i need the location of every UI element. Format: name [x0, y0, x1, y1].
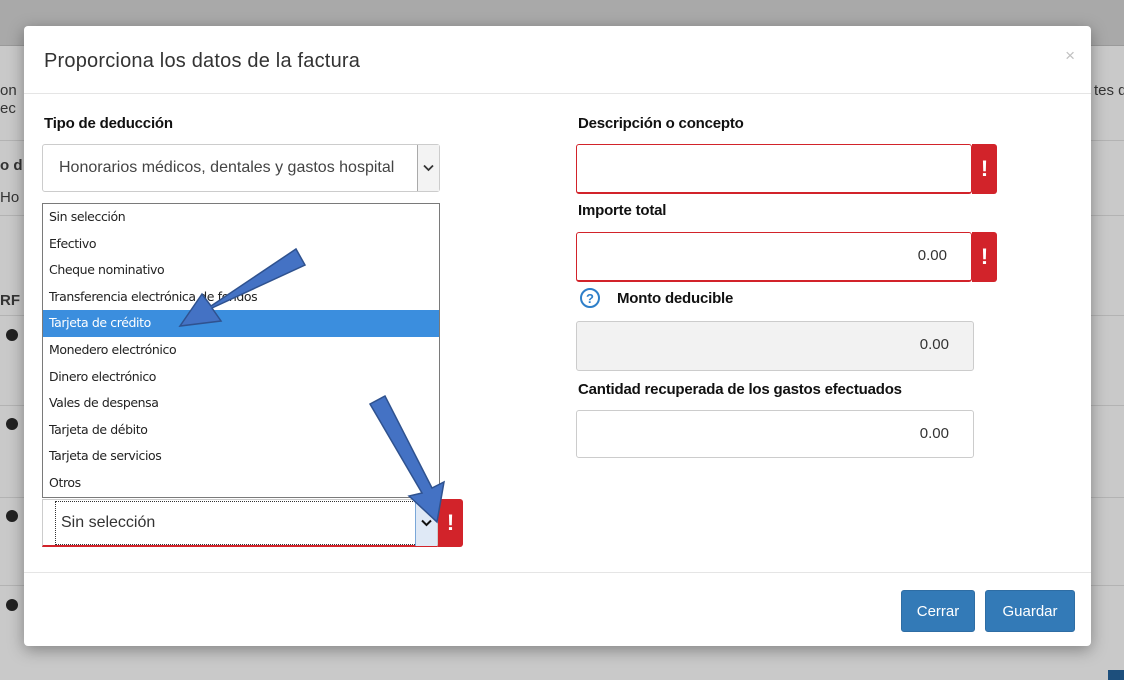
modal-footer-divider: [24, 572, 1091, 573]
monto-deducible-value: 0.00: [919, 336, 949, 353]
close-icon[interactable]: ×: [1065, 46, 1075, 66]
background-text-fragment: o d: [0, 157, 23, 174]
background-expand-icon: [6, 510, 18, 522]
cantidad-recuperada-input[interactable]: 0.00: [576, 410, 974, 458]
background-text-fragment: Ho: [0, 189, 20, 206]
cantidad-recuperada-label: Cantidad recuperada de los gastos efectu…: [578, 381, 902, 398]
question-circle-icon[interactable]: ?: [580, 288, 600, 308]
tipo-deduccion-select[interactable]: Honorarios médicos, dentales y gastos ho…: [42, 144, 440, 192]
chevron-down-icon[interactable]: [415, 500, 437, 546]
background-expand-icon: [6, 599, 18, 611]
background-text-fragment: on: [0, 82, 17, 99]
exclamation-icon: !: [972, 232, 997, 282]
dropdown-option[interactable]: Dinero electrónico: [43, 364, 439, 391]
dropdown-option[interactable]: Tarjeta de servicios: [43, 443, 439, 470]
dropdown-option[interactable]: Cheque nominativo: [43, 257, 439, 284]
background-expand-icon: [6, 418, 18, 430]
importe-total-value: 0.00: [917, 247, 947, 264]
exclamation-icon: !: [972, 144, 997, 194]
invoice-modal: Proporciona los datos de la factura × Ti…: [24, 26, 1091, 646]
dropdown-option[interactable]: Tarjeta de débito: [43, 417, 439, 444]
dropdown-option[interactable]: Efectivo: [43, 231, 439, 258]
payment-method-dropdown[interactable]: Sin selección Efectivo Cheque nominativo…: [42, 203, 440, 498]
cerrar-button[interactable]: Cerrar: [901, 590, 975, 632]
background-text-fragment: RF: [0, 292, 20, 309]
chevron-down-icon[interactable]: [417, 145, 439, 191]
cantidad-recuperada-value: 0.00: [919, 425, 949, 442]
descripcion-input[interactable]: [576, 144, 972, 194]
monto-deducible-input: 0.00: [576, 321, 974, 371]
dropdown-option[interactable]: Otros: [43, 470, 439, 497]
dropdown-option-selected[interactable]: Tarjeta de crédito: [43, 310, 439, 337]
dropdown-option[interactable]: Vales de despensa: [43, 390, 439, 417]
importe-total-input[interactable]: 0.00: [576, 232, 972, 282]
dropdown-option[interactable]: Monedero electrónico: [43, 337, 439, 364]
background-button-corner: [1108, 670, 1124, 680]
background-text-fragment: tes d: [1094, 82, 1124, 99]
payment-method-value: Sin selección: [61, 514, 156, 531]
dropdown-option[interactable]: Transferencia electrónica de fondos: [43, 284, 439, 311]
payment-method-select[interactable]: Sin selección: [42, 499, 438, 547]
guardar-button[interactable]: Guardar: [985, 590, 1075, 632]
tipo-deduccion-value: Honorarios médicos, dentales y gastos ho…: [59, 159, 395, 176]
monto-deducible-label: Monto deducible: [617, 290, 734, 307]
background-text-fragment: ec: [0, 100, 16, 117]
modal-title: Proporciona los datos de la factura: [44, 50, 361, 72]
background-expand-icon: [6, 329, 18, 341]
tipo-deduccion-label: Tipo de deducción: [44, 115, 173, 132]
modal-header: Proporciona los datos de la factura ×: [24, 26, 1091, 94]
exclamation-icon: !: [438, 499, 463, 547]
descripcion-label: Descripción o concepto: [578, 115, 744, 132]
dropdown-option[interactable]: Sin selección: [43, 204, 439, 231]
importe-total-label: Importe total: [578, 202, 667, 219]
